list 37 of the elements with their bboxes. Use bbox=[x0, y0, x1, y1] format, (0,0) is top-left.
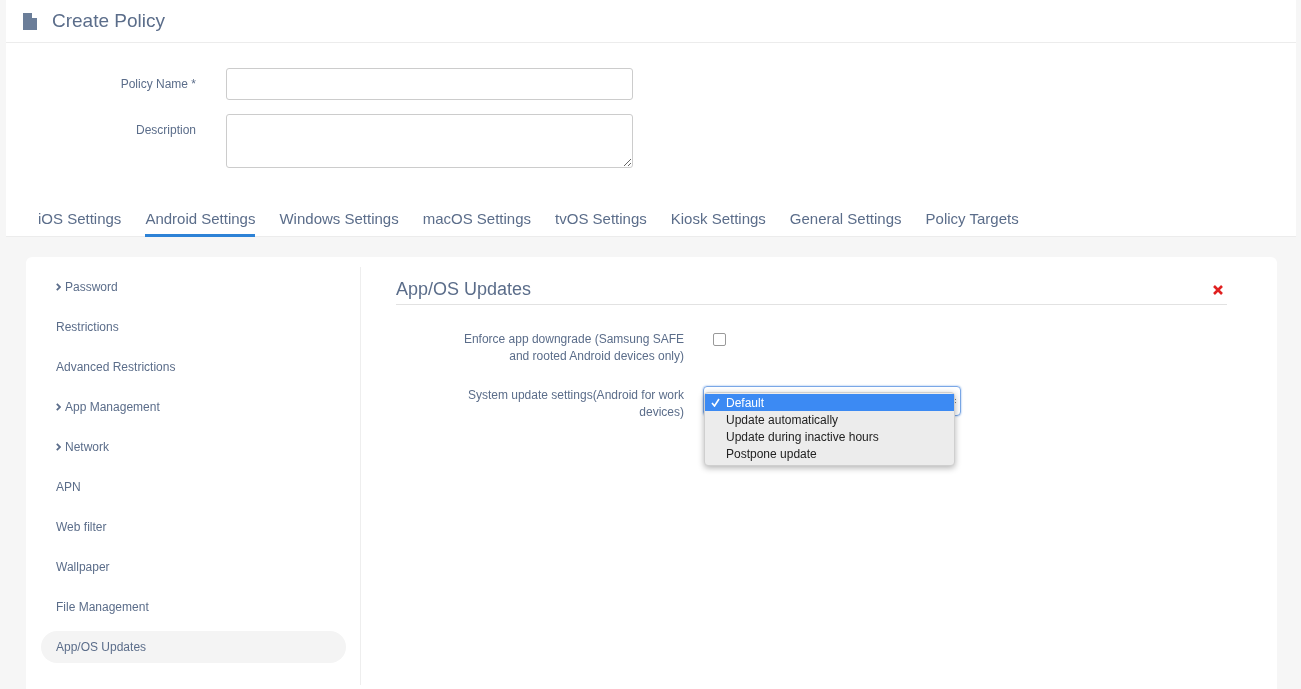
tab[interactable]: Android Settings bbox=[145, 210, 256, 237]
name-field[interactable] bbox=[226, 68, 633, 100]
chevron-icon bbox=[56, 283, 61, 291]
chevron-icon bbox=[56, 443, 61, 451]
sidebar-item[interactable]: Network bbox=[41, 427, 346, 467]
tab[interactable]: Kiosk Settings bbox=[670, 210, 766, 237]
sidebar-item[interactable]: Restrictions bbox=[41, 307, 346, 347]
dropdown-option[interactable]: Update during inactive hours bbox=[705, 428, 954, 445]
section-title: App/OS Updates bbox=[396, 279, 532, 300]
field-label: Description bbox=[134, 122, 196, 137]
dropdown-option[interactable]: Postpone update bbox=[705, 445, 954, 462]
sidebar-item[interactable]: Wallpaper bbox=[41, 547, 346, 587]
close-icon[interactable] bbox=[1213, 284, 1223, 295]
page-title: Create Policy bbox=[52, 10, 165, 32]
sidebar-item[interactable]: Password bbox=[41, 267, 346, 307]
tab[interactable]: General Settings bbox=[789, 210, 902, 237]
sidebar-item[interactable]: App/OS Updates bbox=[41, 631, 346, 663]
tab[interactable]: macOS Settings bbox=[422, 210, 532, 237]
tab[interactable]: Policy Targets bbox=[925, 210, 1019, 237]
checkbox[interactable] bbox=[713, 333, 726, 346]
sidebar-item[interactable]: APN bbox=[41, 467, 346, 507]
sidebar-item[interactable]: Web filter bbox=[41, 507, 346, 547]
document-icon bbox=[23, 12, 37, 30]
description-field[interactable] bbox=[226, 114, 633, 168]
sidebar-item[interactable]: File Management bbox=[41, 587, 346, 627]
chevron-icon bbox=[56, 403, 61, 411]
sidebar-item[interactable]: Advanced Restrictions bbox=[41, 347, 346, 387]
setting-label: Enforce app downgrade (Samsung SAFE and rooted Android devices only) bbox=[462, 331, 684, 365]
checkmark-icon bbox=[711, 398, 720, 407]
sidebar-item[interactable]: App Management bbox=[41, 387, 346, 427]
dropdown-option[interactable]: Default bbox=[705, 394, 954, 411]
dropdown-option[interactable]: Update automatically bbox=[705, 411, 954, 428]
setting-label: System update settings(Android for work devices) bbox=[466, 387, 684, 421]
tab[interactable]: tvOS Settings bbox=[555, 210, 647, 237]
field-label: Policy Name * bbox=[119, 76, 196, 91]
tab[interactable]: iOS Settings bbox=[38, 210, 122, 237]
tab[interactable]: Windows Settings bbox=[279, 210, 399, 237]
